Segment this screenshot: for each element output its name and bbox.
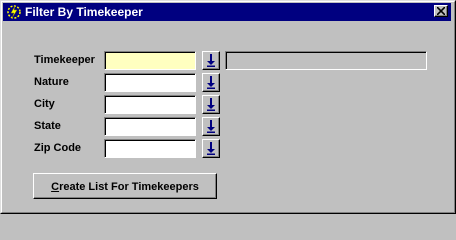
zip-code-input[interactable]: [104, 139, 196, 158]
zip-code-label: Zip Code: [34, 142, 82, 154]
create-list-button[interactable]: Create List For Timekeepers: [33, 173, 217, 199]
filter-by-timekeeper-window: Filter By Timekeeper Timekeeper Nature C…: [0, 0, 456, 214]
timekeeper-input[interactable]: [104, 51, 196, 70]
city-label: City: [34, 98, 55, 110]
create-list-label: reate List For Timekeepers: [59, 181, 199, 193]
down-arrow-icon: [207, 54, 215, 67]
down-arrow-icon: [207, 142, 215, 155]
close-button[interactable]: [434, 5, 448, 17]
state-input[interactable]: [104, 117, 196, 136]
timekeeper-description-field: [225, 51, 427, 70]
nature-lov-button[interactable]: [202, 73, 220, 92]
nature-input[interactable]: [104, 73, 196, 92]
title-bar[interactable]: Filter By Timekeeper: [3, 3, 451, 21]
close-icon: [437, 7, 445, 15]
zip-code-lov-button[interactable]: [202, 139, 220, 158]
city-input[interactable]: [104, 95, 196, 114]
down-arrow-icon: [207, 120, 215, 133]
nature-label: Nature: [34, 76, 69, 88]
lightning-gear-icon: [7, 5, 21, 19]
down-arrow-icon: [207, 98, 215, 111]
down-arrow-icon: [207, 76, 215, 89]
state-lov-button[interactable]: [202, 117, 220, 136]
create-list-mnemonic: C: [51, 181, 60, 193]
state-label: State: [34, 120, 61, 132]
window-title: Filter By Timekeeper: [25, 5, 143, 19]
timekeeper-label: Timekeeper: [34, 54, 95, 66]
city-lov-button[interactable]: [202, 95, 220, 114]
timekeeper-lov-button[interactable]: [202, 51, 220, 70]
